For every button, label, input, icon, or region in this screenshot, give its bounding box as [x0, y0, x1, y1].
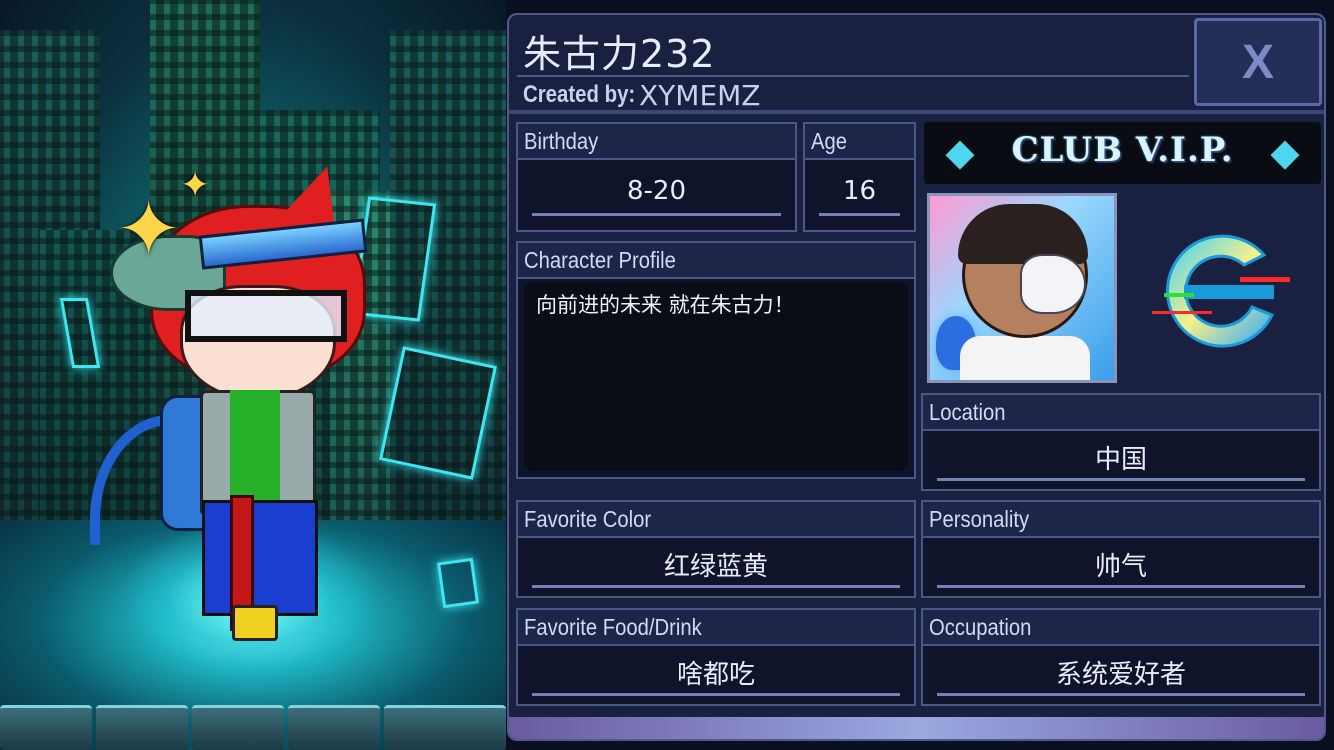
floor-tile [288, 705, 380, 750]
character-shirt [230, 390, 280, 510]
field-underline [937, 478, 1305, 481]
field-underline [819, 213, 900, 216]
location-label-text: Location [929, 399, 1006, 425]
field-underline [532, 585, 900, 588]
vip-text: CLUB V.I.P. [1011, 130, 1234, 170]
favorite-food-field[interactable]: Favorite Food/Drink 啥都吃 [516, 608, 916, 706]
avatar-mask [1020, 254, 1086, 314]
character-profile-panel: 朱古力232 Created by: XYMEMZ X Birthday 8-2… [507, 13, 1326, 741]
title-box: 朱古力232 Created by: XYMEMZ [517, 19, 1189, 112]
favorite-food-label: Favorite Food/Drink [518, 610, 914, 646]
occupation-label-text: Occupation [929, 614, 1032, 640]
close-button[interactable]: X [1194, 18, 1322, 106]
field-underline [937, 693, 1305, 696]
location-label: Location [923, 395, 1319, 431]
creator-name: XYMEMZ [639, 79, 761, 112]
personality-label: Personality [923, 502, 1319, 538]
floor-tile [0, 705, 92, 750]
age-label: Age [805, 124, 914, 160]
floor-tile [96, 705, 188, 750]
created-by-label: Created by: [523, 81, 636, 108]
occupation-field[interactable]: Occupation 系统爱好者 [921, 608, 1321, 706]
character-glasses [185, 290, 347, 342]
personality-value: 帅气 [1094, 552, 1147, 582]
favorite-color-field[interactable]: Favorite Color 红绿蓝黄 [516, 500, 916, 598]
favorite-food-value: 啥都吃 [676, 660, 755, 690]
profile-label-text: Character Profile [524, 247, 676, 273]
diamond-icon: ◆ [1270, 130, 1300, 174]
sparkle-icon: ✦ [180, 165, 211, 206]
title-divider [517, 75, 1189, 77]
header-divider [509, 110, 1324, 114]
sparkle-icon: ✦ [116, 185, 182, 275]
personality-label-text: Personality [929, 506, 1030, 532]
occupation-value: 系统爱好者 [1055, 660, 1186, 690]
field-underline [532, 693, 900, 696]
creator-avatar[interactable] [927, 193, 1117, 383]
glow-shard [436, 557, 480, 609]
personality-field[interactable]: Personality 帅气 [921, 500, 1321, 598]
birthday-label: Birthday [518, 124, 795, 160]
floor-tile [192, 705, 284, 750]
age-field[interactable]: Age 16 [803, 122, 916, 232]
profile-label: Character Profile [518, 243, 914, 279]
birthday-field[interactable]: Birthday 8-20 [516, 122, 797, 232]
character-pants [202, 500, 318, 616]
profile-text: 向前进的未来 就在朱古力！ [536, 293, 795, 317]
favorite-color-label-text: Favorite Color [524, 506, 652, 532]
field-underline [937, 585, 1305, 588]
age-label-text: Age [811, 128, 848, 154]
character-shoe [232, 605, 278, 641]
location-field[interactable]: Location 中国 [921, 393, 1321, 491]
club-vip-banner: ◆ CLUB V.I.P. ◆ [924, 122, 1321, 184]
panel-footer-bar [509, 717, 1324, 739]
avatar-hair [958, 204, 1088, 264]
field-underline [532, 213, 781, 216]
location-value: 中国 [1094, 445, 1147, 475]
character-profile-field[interactable]: Character Profile 向前进的未来 就在朱古力！ [516, 241, 916, 479]
age-value: 16 [842, 176, 877, 206]
floor-tile [384, 705, 506, 750]
birthday-value: 8-20 [626, 176, 686, 206]
favorite-color-label: Favorite Color [518, 502, 914, 538]
favorite-color-value: 红绿蓝黄 [663, 552, 768, 582]
club-logo-icon [1152, 234, 1290, 348]
occupation-label: Occupation [923, 610, 1319, 646]
avatar-shirt [960, 336, 1090, 380]
favorite-food-label-text: Favorite Food/Drink [524, 614, 702, 640]
birthday-label-text: Birthday [524, 128, 599, 154]
character-scene: ✦ ✦ [0, 0, 506, 750]
character-name: 朱古力232 [523, 32, 716, 76]
gacha-character[interactable]: ✦ ✦ [90, 157, 380, 655]
